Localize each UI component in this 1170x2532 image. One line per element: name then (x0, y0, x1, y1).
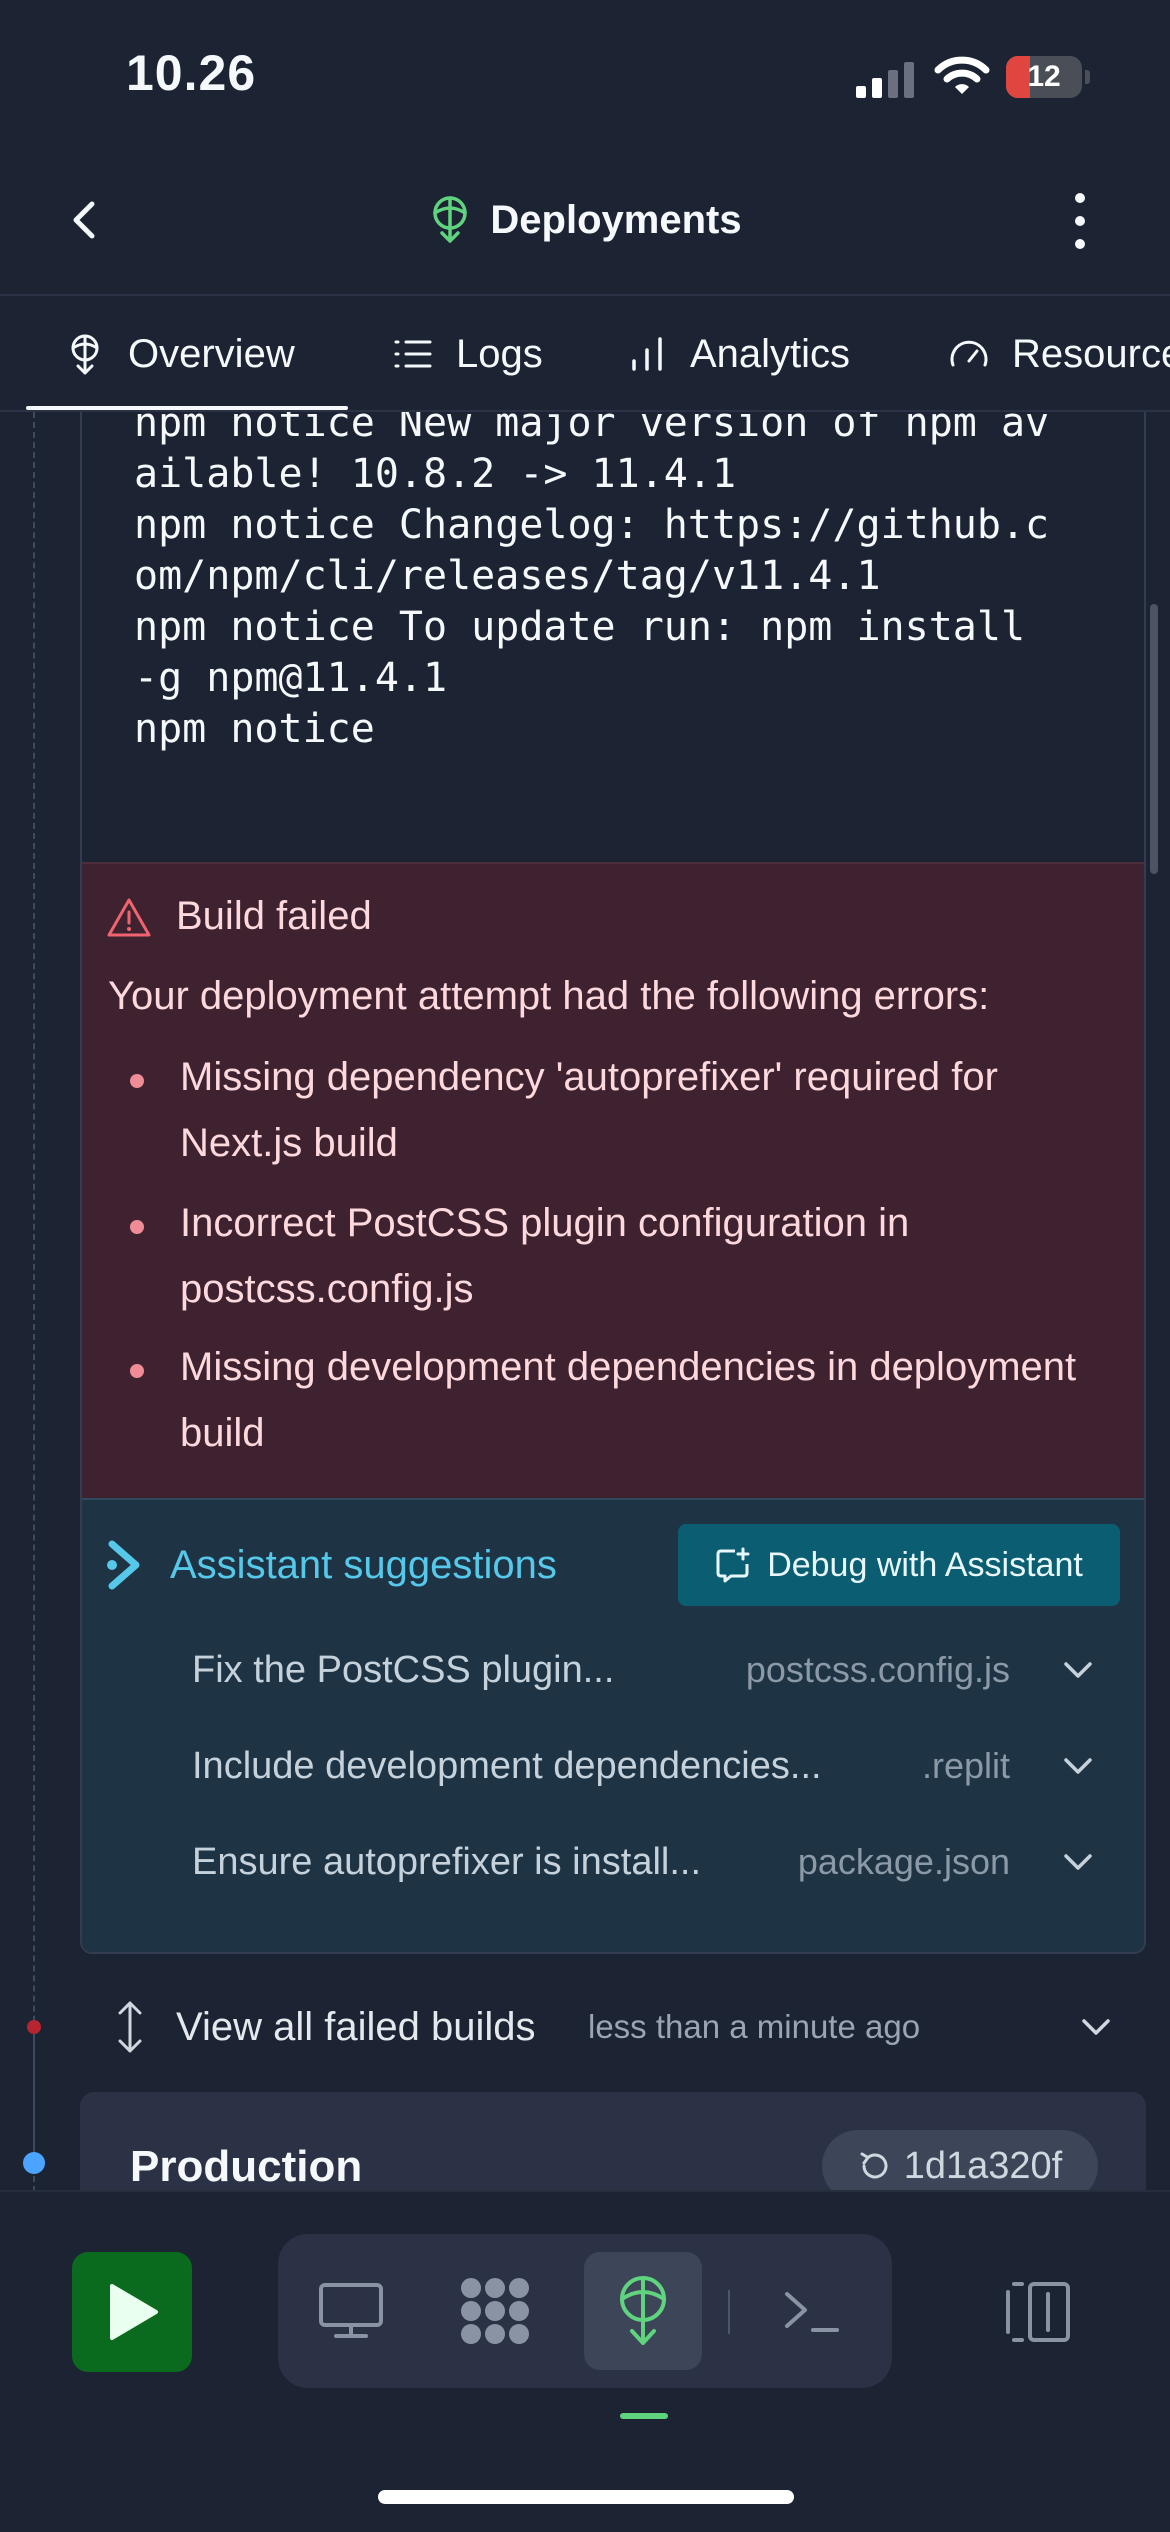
chevron-down-icon (1064, 1854, 1092, 1870)
workspace-icon (461, 2278, 529, 2344)
chevron-down-icon (1064, 1758, 1092, 1774)
status-bar: 10.26 12 (0, 0, 1170, 150)
tab-overview[interactable]: Overview (64, 296, 295, 412)
commit-badge[interactable]: 1d1a320f (822, 2130, 1098, 2192)
tab-bar: Overview Logs Analytics Resources (0, 296, 1170, 412)
panel-layout-icon[interactable] (1000, 2280, 1072, 2344)
deployment-card: npm notice New major version of npm av a… (80, 412, 1146, 1954)
log-line: npm notice (134, 706, 375, 752)
debug-with-assistant-button[interactable]: Debug with Assistant (678, 1524, 1120, 1606)
failed-builds-time: less than a minute ago (588, 2008, 921, 2045)
workspace-tool[interactable] (436, 2252, 554, 2370)
error-intro: Your deployment attempt had the followin… (108, 974, 990, 1018)
deployments-icon (433, 196, 468, 243)
tool-dock (278, 2234, 892, 2388)
chevron-down-icon (1082, 2019, 1110, 2035)
shell-tool[interactable] (752, 2252, 870, 2370)
shell-icon (785, 2292, 839, 2332)
play-icon (110, 2284, 158, 2340)
deployments-icon (620, 2276, 666, 2345)
chat-plus-icon (716, 1547, 750, 1583)
app-header: Deployments (0, 170, 1170, 270)
warning-icon (107, 898, 151, 936)
wifi-icon (934, 56, 990, 94)
suggestion-item[interactable]: Ensure autoprefixer is install... packag… (192, 1832, 1122, 1892)
home-indicator (378, 2490, 794, 2504)
assistant-title: Assistant suggestions (170, 1542, 557, 1587)
deployment-timeline[interactable]: npm notice New major version of npm av a… (0, 412, 1170, 2192)
build-error-panel: Build failed Your deployment attempt had… (82, 862, 1144, 1498)
deployments-icon (71, 334, 99, 375)
suggestion-item[interactable]: Include development dependencies... .rep… (192, 1736, 1122, 1796)
preview-tool[interactable] (292, 2252, 410, 2370)
cellular-signal-icon (856, 62, 914, 98)
assistant-icon (107, 1540, 140, 1590)
error-title: Build failed (176, 894, 372, 938)
tab-resources[interactable]: Resources (948, 296, 1170, 412)
deployments-tool[interactable] (584, 2252, 702, 2370)
more-options-icon[interactable] (1058, 188, 1102, 254)
tab-label: Logs (456, 331, 543, 376)
view-failed-builds-row[interactable]: View all failed builds less than a minut… (80, 1972, 1146, 2082)
active-tool-indicator (620, 2413, 668, 2419)
chevron-down-icon (1064, 1662, 1092, 1678)
suggestion-file: postcss.config.js (745, 1649, 1010, 1690)
log-line: npm notice New major version of npm av (134, 412, 1050, 446)
tab-label: Overview (128, 331, 295, 376)
timeline-line (33, 412, 35, 2192)
tab-logs[interactable]: Logs (392, 296, 543, 412)
log-line: ailable! 10.8.2 -> 11.4.1 (134, 451, 737, 497)
status-time: 10.26 (126, 45, 257, 101)
list-icon (394, 340, 432, 368)
production-title: Production (130, 2142, 363, 2191)
gauge-icon (950, 340, 988, 367)
tab-analytics[interactable]: Analytics (626, 296, 850, 412)
battery-level: 12 (1027, 60, 1061, 93)
suggestion-text: Ensure autoprefixer is install... (192, 1840, 702, 1883)
page-title: Deployments (490, 197, 742, 242)
error-item: Incorrect PostCSS plugin configuration i… (180, 1201, 910, 1311)
failed-builds-label: View all failed builds (176, 2004, 536, 2049)
preview-icon (319, 2283, 383, 2338)
expand-vertical-icon (118, 2001, 142, 2053)
debug-button-label: Debug with Assistant (767, 1545, 1083, 1584)
bar-chart-icon (632, 337, 662, 371)
history-icon (860, 2152, 888, 2179)
suggestion-text: Include development dependencies... (192, 1744, 822, 1787)
error-item: Missing dependency 'autoprefixer' requir… (180, 1055, 998, 1165)
assistant-suggestions-panel: Assistant suggestions Debug with Assista… (82, 1498, 1144, 1952)
tab-label: Analytics (690, 331, 851, 376)
log-line: npm notice To update run: npm install (134, 604, 1026, 650)
commit-hash: 1d1a320f (903, 2144, 1063, 2187)
suggestion-file: package.json (797, 1841, 1010, 1882)
error-item: Missing development dependencies in depl… (180, 1345, 1077, 1455)
suggestion-file: .replit (921, 1745, 1010, 1786)
production-deployment-card[interactable]: Production 1d1a320f (80, 2092, 1146, 2192)
suggestion-text: Fix the PostCSS plugin... (192, 1648, 615, 1691)
build-log: npm notice New major version of npm av a… (82, 412, 1144, 862)
production-marker (23, 2152, 45, 2174)
suggestion-item[interactable]: Fix the PostCSS plugin... postcss.config… (192, 1640, 1122, 1700)
failed-build-marker (27, 2020, 41, 2034)
log-line: npm notice Changelog: https://github.c (134, 502, 1050, 548)
run-button[interactable] (72, 2252, 192, 2372)
log-line: -g npm@11.4.1 (134, 655, 448, 701)
scrollbar[interactable] (1150, 604, 1158, 874)
tab-label: Resources (1012, 331, 1170, 376)
battery-indicator: 12 (1006, 56, 1090, 98)
log-line: om/npm/cli/releases/tag/v11.4.1 (134, 553, 881, 599)
